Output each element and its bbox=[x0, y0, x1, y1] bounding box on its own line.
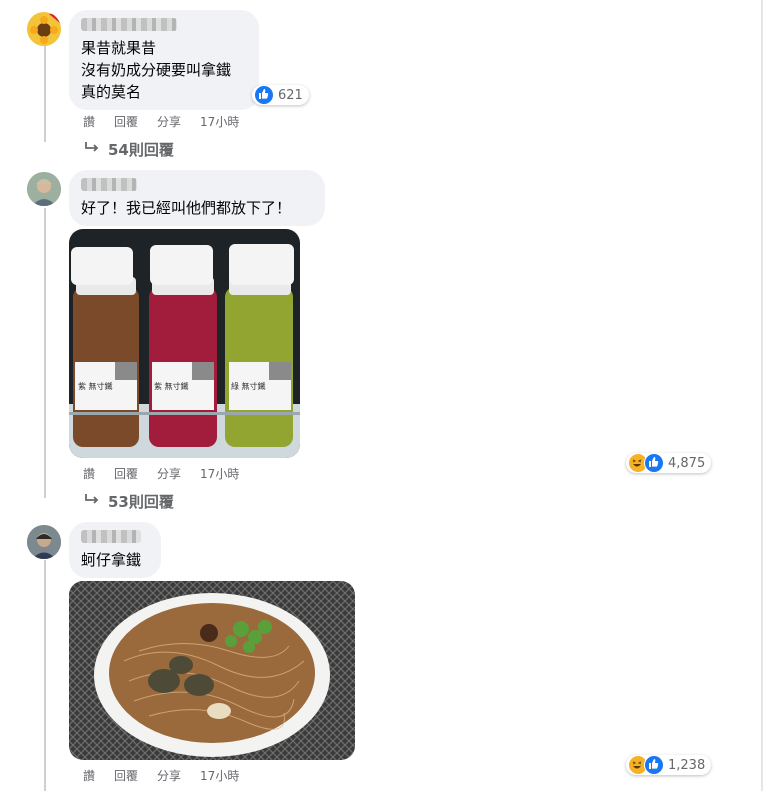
bottle-label: 綠 無寸鐵 bbox=[231, 381, 266, 391]
share-button[interactable]: 分享 bbox=[157, 113, 181, 130]
replies-label: 54則回覆 bbox=[108, 141, 174, 159]
reply-button[interactable]: 回覆 bbox=[114, 113, 138, 130]
comment-text: 好了！我已經叫他們都放下了！ bbox=[81, 199, 292, 217]
like-icon bbox=[254, 85, 274, 105]
timestamp[interactable]: 17小時 bbox=[200, 767, 239, 784]
share-button[interactable]: 分享 bbox=[157, 465, 181, 482]
reaction-summary[interactable]: 4,875 bbox=[626, 453, 712, 473]
avatar[interactable] bbox=[27, 12, 61, 46]
replies-label: 53則回覆 bbox=[108, 493, 174, 511]
comment-actions: 讚 回覆 分享 17小時 bbox=[83, 767, 258, 784]
avatar[interactable] bbox=[27, 525, 61, 559]
comment-actions: 讚 回覆 分享 17小時 bbox=[83, 465, 258, 482]
comment-bubble: 好了！我已經叫他們都放下了！ bbox=[69, 170, 325, 226]
comment-text: 果昔就果昔 沒有奶成分硬要叫拿鐵 真的莫名 bbox=[81, 39, 232, 101]
thread-line bbox=[44, 208, 46, 498]
thread-line bbox=[44, 560, 46, 791]
reaction-count: 1,238 bbox=[668, 757, 706, 773]
reaction-count: 621 bbox=[278, 87, 303, 103]
comment-bubble: 蚵仔拿鐵 bbox=[69, 522, 161, 578]
reply-button[interactable]: 回覆 bbox=[114, 465, 138, 482]
thread-line bbox=[44, 46, 46, 142]
commenter-name-blurred[interactable] bbox=[81, 18, 177, 31]
comment-text: 蚵仔拿鐵 bbox=[81, 551, 142, 569]
avatar[interactable] bbox=[27, 172, 61, 206]
reaction-count: 4,875 bbox=[668, 455, 706, 471]
reaction-summary[interactable]: 621 bbox=[252, 85, 309, 105]
like-icon bbox=[644, 453, 664, 473]
reply-arrow-icon bbox=[84, 141, 100, 159]
comment-actions: 讚 回覆 分享 17小時 bbox=[83, 113, 258, 130]
reply-button[interactable]: 回覆 bbox=[114, 767, 138, 784]
like-icon bbox=[644, 755, 664, 775]
like-button[interactable]: 讚 bbox=[83, 113, 95, 130]
commenter-name-blurred[interactable] bbox=[81, 178, 137, 191]
reaction-summary[interactable]: 1,238 bbox=[626, 755, 712, 775]
view-replies-link[interactable]: 53則回覆 bbox=[84, 491, 174, 512]
bottle-label: 紫 無寸鐵 bbox=[78, 381, 113, 391]
view-replies-link[interactable]: 54則回覆 bbox=[84, 139, 174, 160]
comment-photo[interactable] bbox=[69, 581, 355, 760]
like-button[interactable]: 讚 bbox=[83, 465, 95, 482]
reply-arrow-icon bbox=[84, 493, 100, 511]
share-button[interactable]: 分享 bbox=[157, 767, 181, 784]
like-button[interactable]: 讚 bbox=[83, 767, 95, 784]
commenter-name-blurred[interactable] bbox=[81, 530, 141, 543]
bottle-label: 紫 無寸鐵 bbox=[154, 381, 189, 391]
comment-photo[interactable]: 紫 無寸鐵 紫 無寸鐵 綠 無寸鐵 bbox=[69, 229, 300, 458]
comment-bubble: 果昔就果昔 沒有奶成分硬要叫拿鐵 真的莫名 bbox=[69, 10, 259, 110]
timestamp[interactable]: 17小時 bbox=[200, 465, 239, 482]
timestamp[interactable]: 17小時 bbox=[200, 113, 239, 130]
